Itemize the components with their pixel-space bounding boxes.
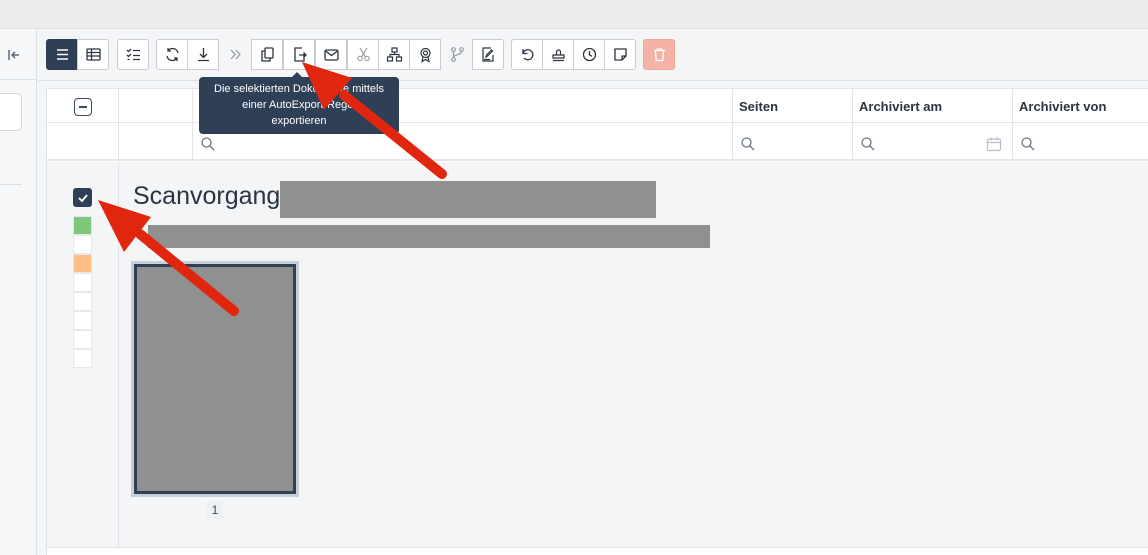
mail-icon — [323, 49, 339, 61]
document-table: Seiten Archiviert am Archiviert von Scan… — [46, 88, 1148, 555]
search-icon — [201, 137, 215, 151]
checkmark-icon — [77, 193, 88, 202]
mail-button[interactable] — [315, 39, 347, 70]
autoexport-button[interactable] — [283, 39, 315, 70]
select-all-checkbox[interactable] — [74, 98, 92, 116]
undo-button[interactable] — [511, 39, 543, 70]
status-swatch — [73, 330, 92, 349]
calendar-icon[interactable] — [986, 136, 1002, 152]
panel-divider — [0, 184, 22, 185]
badge-icon — [419, 47, 431, 63]
hierarchy-icon — [386, 47, 402, 62]
note-button[interactable] — [604, 39, 636, 70]
filter-seiten-input[interactable] — [733, 125, 851, 159]
sign-button[interactable] — [472, 39, 504, 70]
scissors-icon — [356, 47, 370, 62]
title-bar — [0, 0, 1148, 29]
export-tooltip: Die selektierten Dokumente mittels einer… — [199, 72, 399, 134]
cut-button[interactable] — [347, 39, 379, 70]
tooltip-line: exportieren — [271, 115, 327, 127]
certify-button[interactable] — [409, 39, 441, 70]
select-items-button[interactable] — [117, 39, 149, 70]
stamp-icon — [551, 49, 565, 62]
tooltip-line: Die selektierten Dokumente mittels — [214, 83, 384, 95]
table-view-button[interactable] — [77, 39, 109, 70]
workflow-button[interactable] — [441, 39, 473, 70]
structure-button[interactable] — [378, 39, 410, 70]
status-swatch — [73, 292, 92, 311]
checklist-icon — [126, 48, 140, 61]
copy-button[interactable] — [251, 39, 283, 70]
table-view-icon — [85, 48, 101, 61]
trash-icon — [653, 48, 665, 62]
page-number: 1 — [207, 501, 223, 519]
history-button[interactable] — [573, 39, 605, 70]
document-row[interactable]: Scanvorgang 1 — [47, 162, 1148, 548]
toolbar — [38, 29, 1148, 81]
status-swatch — [73, 273, 92, 292]
column-header-archiviert-von[interactable]: Archiviert von — [1019, 99, 1106, 114]
status-swatch — [73, 311, 92, 330]
redacted-subtitle — [148, 225, 710, 248]
export-icon — [293, 47, 307, 62]
copy-icon — [260, 47, 274, 62]
stamp-button[interactable] — [542, 39, 574, 70]
forward-button[interactable] — [219, 39, 251, 70]
status-swatch — [73, 349, 92, 368]
column-header-archiviert-am[interactable]: Archiviert am — [859, 99, 942, 114]
double-chevron-icon — [230, 49, 241, 60]
status-swatch — [73, 254, 92, 273]
panel-divider — [0, 79, 37, 80]
tooltip-line: einer AutoExport-Regel — [242, 99, 356, 111]
search-icon — [1021, 137, 1035, 151]
note-icon — [613, 48, 627, 61]
filter-archiviert-am-input[interactable] — [853, 125, 1011, 159]
refresh-icon — [165, 47, 179, 62]
row-checkbox[interactable] — [73, 188, 92, 207]
search-icon — [741, 137, 755, 151]
status-swatch — [73, 235, 92, 254]
download-button[interactable] — [187, 39, 219, 70]
column-header-seiten[interactable]: Seiten — [739, 99, 778, 114]
delete-button[interactable] — [643, 39, 675, 70]
download-icon — [197, 48, 209, 62]
list-view-icon — [56, 49, 68, 60]
panel-search-field[interactable] — [0, 93, 22, 131]
filter-archiviert-von-input[interactable] — [1013, 125, 1148, 159]
redacted-title — [280, 181, 656, 218]
left-panel — [0, 29, 37, 555]
list-view-button[interactable] — [46, 39, 78, 70]
document-title: Scanvorgang — [133, 182, 281, 210]
sign-icon — [481, 47, 494, 62]
collapse-left-icon — [8, 50, 19, 60]
collapse-panel-button[interactable] — [4, 45, 24, 65]
page-thumbnail[interactable] — [131, 261, 299, 497]
clock-icon — [582, 47, 596, 62]
refresh-button[interactable] — [156, 39, 188, 70]
undo-icon — [521, 49, 533, 61]
status-swatch — [73, 216, 92, 235]
search-icon — [861, 137, 875, 151]
branch-icon — [450, 47, 464, 62]
